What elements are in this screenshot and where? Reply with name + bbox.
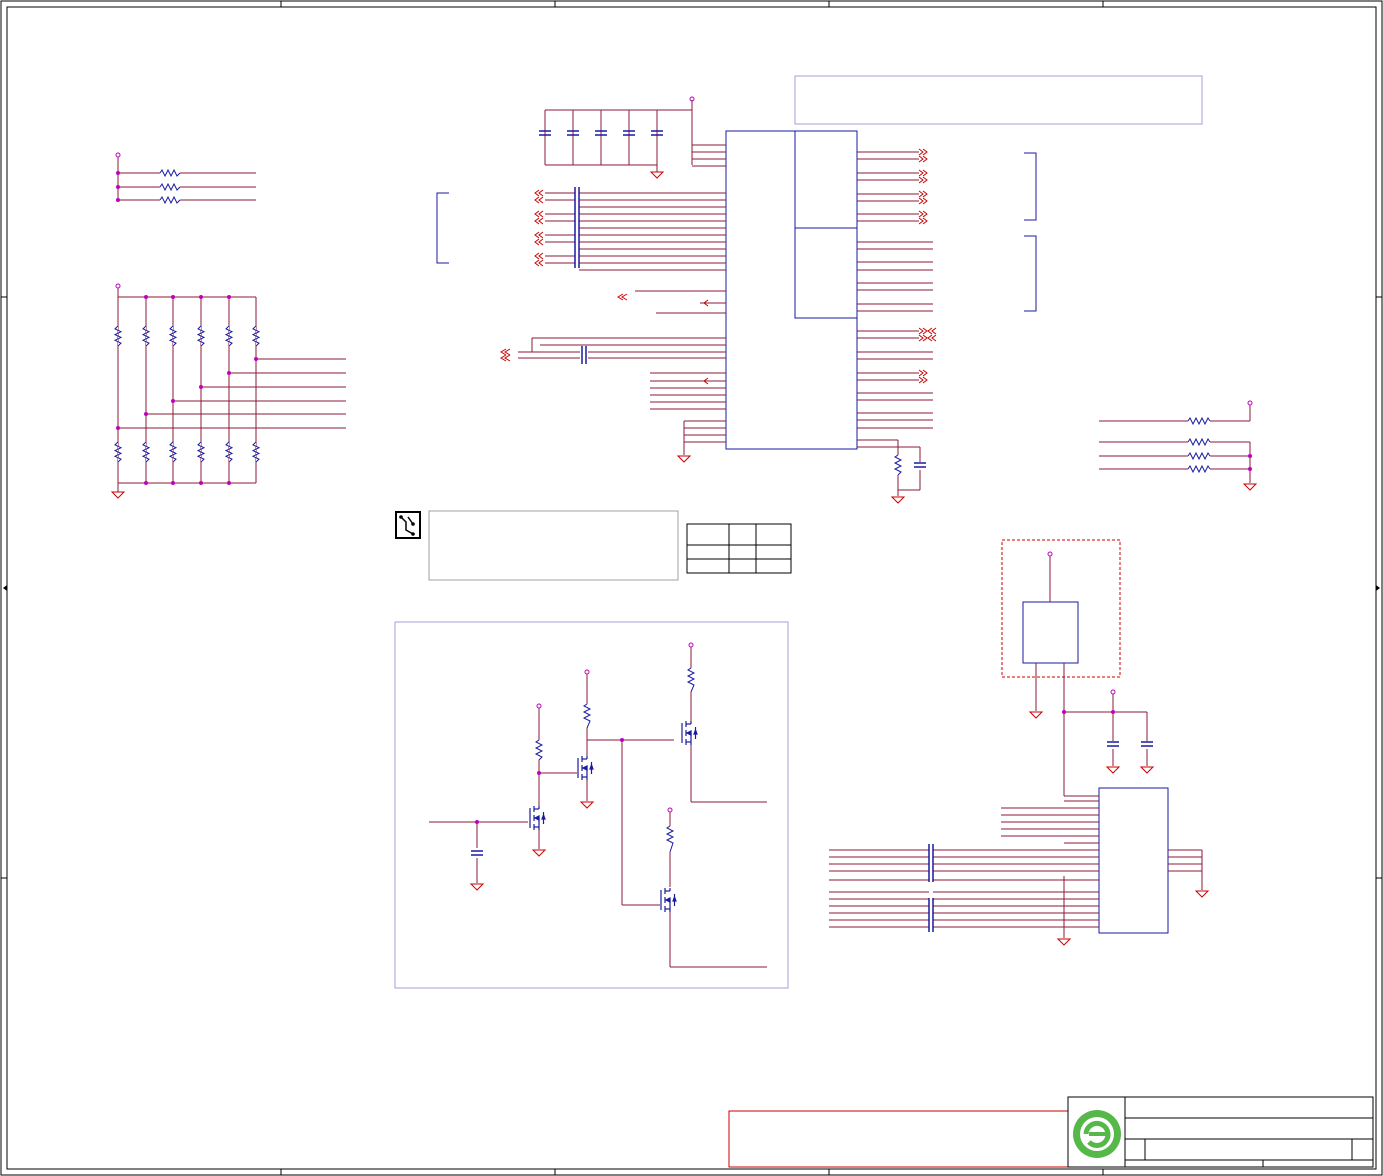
connector-block xyxy=(829,787,1210,946)
resistor xyxy=(251,325,261,347)
regulator-block xyxy=(1001,539,1155,796)
ground-symbol xyxy=(110,491,126,499)
resistor-ladder-left xyxy=(110,283,346,499)
regulator-ic xyxy=(1022,601,1079,664)
note-box-pcb xyxy=(428,510,679,581)
resistor xyxy=(113,441,123,463)
resistor xyxy=(224,325,234,347)
pullup-resistors-top xyxy=(115,152,256,205)
company-logo-icon xyxy=(1073,1110,1121,1158)
config-table xyxy=(686,523,792,574)
mosfet-driver-block xyxy=(394,621,789,989)
bus-bracket-right-1 xyxy=(1024,152,1037,221)
connector-ic xyxy=(1098,787,1169,934)
main-ic xyxy=(725,130,858,450)
note-box-bottom xyxy=(728,1110,1069,1168)
resistor xyxy=(168,441,178,463)
bus-bracket-right-2 xyxy=(1024,235,1037,312)
resistor xyxy=(141,325,151,347)
resistor xyxy=(251,441,261,463)
resistor xyxy=(113,325,123,347)
resistor xyxy=(224,441,234,463)
schematic-sheet xyxy=(0,0,1383,1176)
resistor xyxy=(168,325,178,347)
circuit-board-icon xyxy=(395,511,421,539)
zone-arrows xyxy=(3,585,1380,591)
resistor xyxy=(141,441,151,463)
note-box-top xyxy=(794,75,1203,125)
resistor-group-right xyxy=(1099,400,1258,491)
resistor xyxy=(196,325,206,347)
main-ic-block xyxy=(436,96,1037,504)
ic-subblock-lower xyxy=(794,227,858,319)
bus-bracket-left xyxy=(436,192,449,264)
sheet-frame xyxy=(0,0,1383,1176)
resistor xyxy=(196,441,206,463)
ic-subblock-upper xyxy=(794,130,858,229)
